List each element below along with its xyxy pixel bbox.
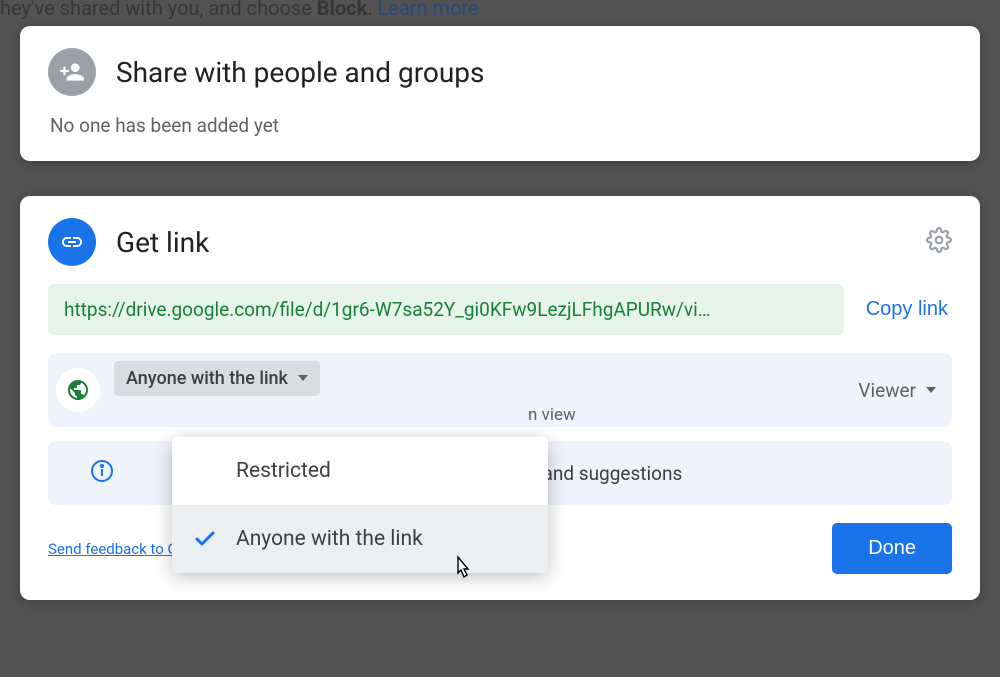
get-link-title: Get link bbox=[116, 226, 209, 259]
share-subtitle: No one has been added yet bbox=[50, 114, 952, 137]
menu-item-restricted[interactable]: Restricted bbox=[172, 437, 548, 505]
check-icon bbox=[192, 527, 218, 551]
get-link-card: Get link https://drive.google.com/file/d… bbox=[20, 196, 980, 600]
copy-link-button[interactable]: Copy link bbox=[862, 288, 952, 331]
globe-icon bbox=[56, 368, 100, 412]
share-people-card: Share with people and groups No one has … bbox=[20, 26, 980, 161]
role-dropdown-button[interactable]: Viewer bbox=[858, 379, 936, 402]
share-url-box[interactable]: https://drive.google.com/file/d/1gr6-W7s… bbox=[48, 284, 844, 335]
done-button[interactable]: Done bbox=[832, 523, 952, 574]
link-icon bbox=[48, 218, 96, 266]
chevron-down-icon bbox=[298, 375, 308, 381]
person-add-icon bbox=[48, 48, 96, 96]
info-text: s and suggestions bbox=[528, 462, 682, 485]
share-title: Share with people and groups bbox=[116, 56, 484, 89]
info-icon bbox=[90, 459, 114, 487]
access-dropdown-menu: Restricted Anyone with the link bbox=[172, 437, 548, 573]
chevron-down-icon bbox=[926, 387, 936, 393]
menu-item-anyone[interactable]: Anyone with the link bbox=[172, 505, 548, 573]
access-description: n view bbox=[528, 405, 576, 425]
pointer-cursor-icon bbox=[450, 555, 474, 585]
access-dropdown-button[interactable]: Anyone with the link bbox=[114, 361, 320, 396]
access-level-row: Anyone with the link n view Viewer bbox=[48, 353, 952, 427]
gear-icon[interactable] bbox=[926, 227, 952, 257]
